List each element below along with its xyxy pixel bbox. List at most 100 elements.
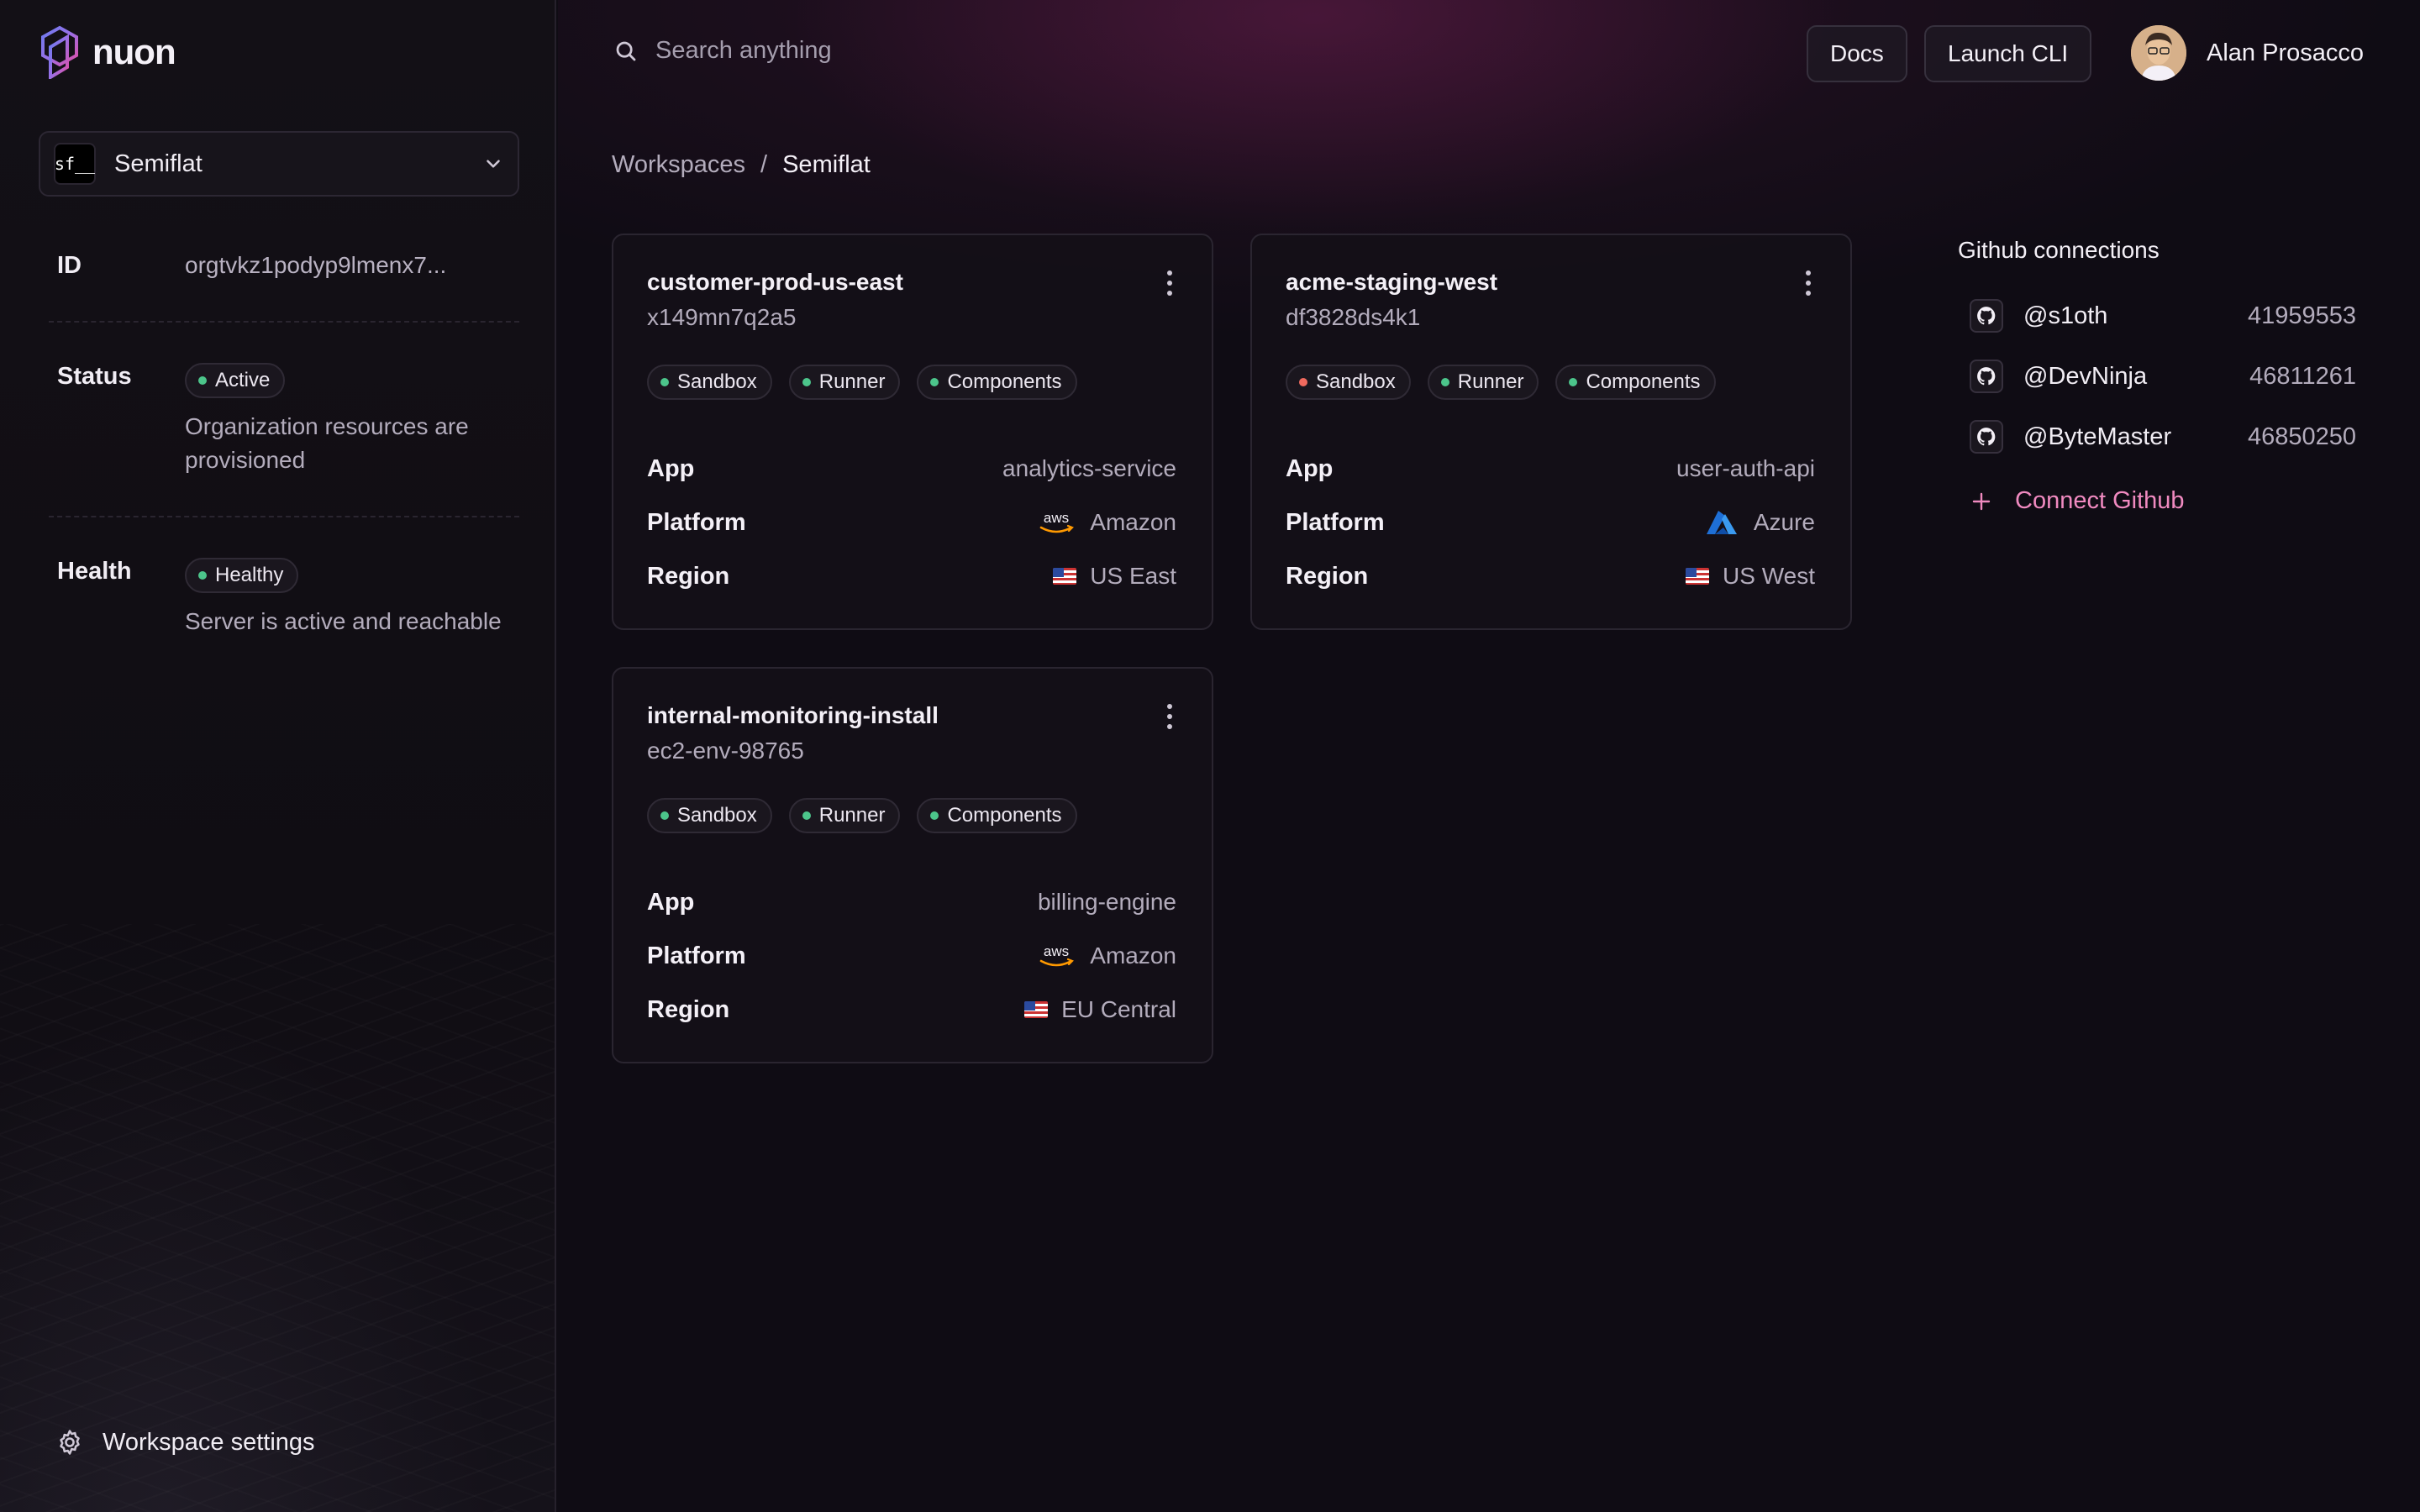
app-label: App (1286, 454, 1334, 482)
health-dot (198, 571, 207, 580)
launch-cli-button[interactable]: Launch CLI (1924, 25, 2092, 82)
status-badge: Active (185, 363, 286, 398)
health-badge-label: Healthy (215, 564, 284, 586)
sandbox-badge: Sandbox (1286, 365, 1411, 400)
status-dot (1440, 378, 1449, 386)
divider (49, 321, 519, 323)
github-connection-item[interactable]: @DevNinja 46811261 (1970, 358, 2356, 395)
install-card[interactable]: customer-prod-us-east x149mn7q2a5 Sandbo… (612, 234, 1213, 630)
workspace-settings-link[interactable]: Workspace settings (55, 1428, 315, 1457)
runner-badge: Runner (788, 798, 901, 833)
docs-button[interactable]: Docs (1807, 25, 1907, 82)
install-id: df3828ds4k1 (1286, 304, 1421, 330)
github-username: @s1oth (2023, 302, 2108, 329)
app-label: App (647, 454, 695, 482)
install-card[interactable]: acme-staging-west df3828ds4k1 Sandbox Ru… (1250, 234, 1852, 630)
status-row: Status Active Organization resources are… (57, 363, 469, 473)
search-bar[interactable]: Search anything (613, 37, 832, 65)
install-id: x149mn7q2a5 (647, 304, 797, 330)
app-row: App analytics-service (647, 452, 1176, 486)
region-label: Region (647, 995, 730, 1023)
platform-row: Platform Azure (1286, 506, 1815, 539)
logo[interactable]: nuon (39, 25, 176, 79)
status-badge-label: Active (215, 369, 271, 391)
status-dot (1299, 378, 1307, 386)
status-dot (802, 811, 811, 820)
user-menu[interactable]: Alan Prosacco (2131, 25, 2364, 81)
github-icon (1970, 360, 2003, 393)
region-row: Region EU Central (647, 993, 1176, 1026)
region-row: Region US West (1286, 559, 1815, 593)
breadcrumb-separator: / (760, 151, 768, 178)
components-badge: Components (917, 365, 1077, 400)
status-label: Status (57, 363, 132, 390)
chevron-down-icon (487, 160, 500, 168)
install-name: internal-monitoring-install (647, 702, 939, 728)
platform-value: Amazon (1090, 509, 1176, 535)
more-options-icon[interactable] (1800, 270, 1817, 296)
org-avatar: sf__ (54, 143, 96, 185)
avatar (2131, 25, 2186, 81)
more-options-icon[interactable] (1161, 270, 1178, 296)
platform-value: Azure (1753, 509, 1815, 535)
platform-value: Amazon (1090, 942, 1176, 969)
plus-icon (1972, 492, 1991, 510)
health-label: Health (57, 558, 132, 585)
runner-badge: Runner (788, 365, 901, 400)
badge-label: Components (1586, 370, 1701, 393)
status-dot (1569, 378, 1578, 386)
github-connection-item[interactable]: @s1oth 41959553 (1970, 297, 2356, 334)
github-icon (1970, 420, 2003, 454)
status-dot (930, 811, 939, 820)
platform-label: Platform (647, 508, 746, 536)
app-value: analytics-service (1002, 455, 1176, 481)
platform-row: Platform aws Amazon (647, 506, 1176, 539)
svg-text:aws: aws (1044, 510, 1069, 526)
runner-badge: Runner (1427, 365, 1539, 400)
app-value: user-auth-api (1676, 455, 1815, 481)
connect-github-button[interactable]: Connect Github (1971, 487, 2185, 515)
badge-label: Sandbox (677, 804, 757, 827)
region-label: Region (1286, 562, 1369, 590)
github-installation-id: 46850250 (2247, 423, 2356, 450)
app-value: billing-engine (1037, 889, 1176, 915)
id-label: ID (57, 252, 82, 279)
us-flag-icon (1686, 568, 1710, 585)
org-id-row: ID orgtvkz1podyp9lmenx7... (57, 250, 630, 281)
badge-label: Sandbox (677, 370, 757, 393)
github-username: @ByteMaster (2023, 423, 2172, 450)
github-icon (1970, 299, 2003, 333)
app-row: App billing-engine (647, 885, 1176, 919)
sandbox-badge: Sandbox (647, 365, 772, 400)
components-badge: Components (1555, 365, 1716, 400)
breadcrumb-workspaces[interactable]: Workspaces (612, 151, 745, 179)
search-input[interactable]: Search anything (655, 37, 832, 65)
health-row: Health Healthy Server is active and reac… (57, 558, 502, 634)
workspace-settings-label: Workspace settings (103, 1428, 315, 1456)
platform-label: Platform (1286, 508, 1385, 536)
breadcrumb-current: Semiflat (782, 151, 871, 178)
aws-icon: aws (1039, 510, 1075, 533)
platform-row: Platform aws Amazon (647, 939, 1176, 973)
health-description: Server is active and reachable (185, 608, 502, 634)
search-icon (616, 41, 636, 60)
sidebar: nuon sf__ Semiflat ID orgtvkz1podyp9lmen… (0, 0, 630, 1512)
github-connection-item[interactable]: @ByteMaster 46850250 (1970, 418, 2356, 455)
app-label: App (647, 888, 695, 916)
main-content: Search anything Docs Launch CLI Alan Pro… (558, 0, 2420, 1512)
badge-label: Components (947, 370, 1062, 393)
nuon-logo-icon (41, 25, 78, 79)
github-installation-id: 46811261 (2249, 362, 2356, 390)
install-card[interactable]: internal-monitoring-install ec2-env-9876… (612, 667, 1213, 1063)
more-options-icon[interactable] (1161, 704, 1178, 729)
org-selector[interactable]: sf__ Semiflat (39, 131, 519, 197)
org-name: Semiflat (114, 150, 203, 177)
github-connections-title: Github connections (1958, 237, 2160, 263)
health-badge: Healthy (185, 558, 299, 593)
region-row: Region US East (647, 559, 1176, 593)
components-badge: Components (917, 798, 1077, 833)
sandbox-badge: Sandbox (647, 798, 772, 833)
github-installation-id: 41959553 (2247, 302, 2356, 329)
aws-icon: aws (1039, 943, 1075, 967)
badge-label: Sandbox (1316, 370, 1396, 393)
